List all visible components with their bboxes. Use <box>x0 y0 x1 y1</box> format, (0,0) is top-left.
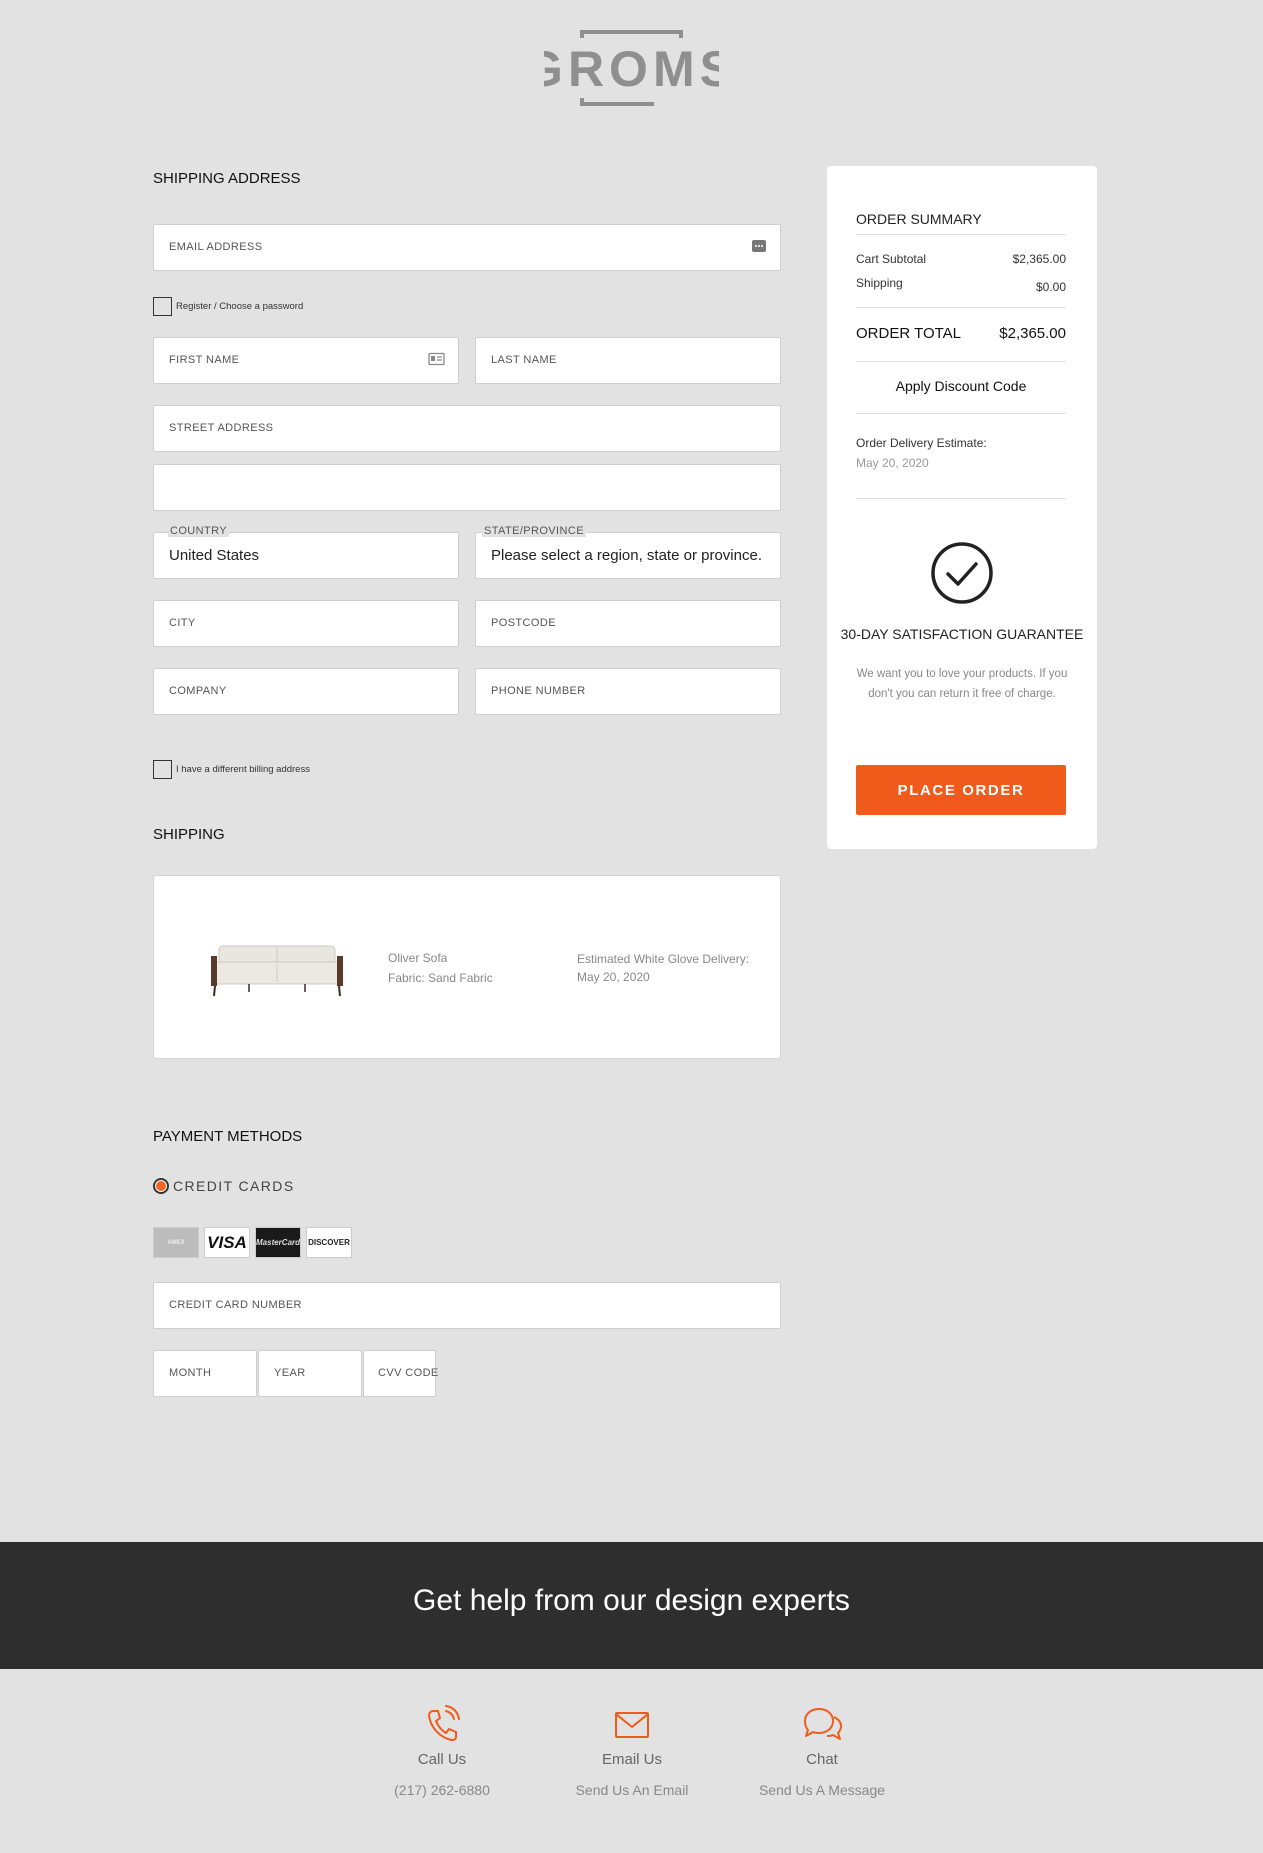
year-field[interactable]: YEAR <box>258 1350 362 1397</box>
visa-logo: VISA <box>204 1227 250 1258</box>
street-address-line2-field[interactable] <box>153 464 781 511</box>
register-option[interactable]: Register / Choose a password <box>153 297 303 316</box>
credit-cards-radio[interactable] <box>153 1178 169 1194</box>
last-name-placeholder: LAST NAME <box>491 354 557 366</box>
credit-card-number-placeholder: CREDIT CARD NUMBER <box>169 1299 302 1311</box>
order-summary-panel: ORDER SUMMARY Cart Subtotal $2,365.00 Sh… <box>827 166 1097 849</box>
company-placeholder: COMPANY <box>169 685 227 697</box>
guarantee-title: 30-DAY SATISFACTION GUARANTEE <box>840 626 1084 642</box>
phone-field[interactable]: PHONE NUMBER <box>475 668 781 715</box>
contact-chat-sub[interactable]: Send Us A Message <box>742 1782 902 1798</box>
month-field[interactable]: MONTH <box>153 1350 257 1397</box>
shipping-item-card: Oliver Sofa Fabric: Sand Fabric Estimate… <box>153 875 781 1059</box>
mastercard-logo: MasterCard <box>255 1227 301 1258</box>
product-fabric: Fabric: Sand Fabric <box>388 971 493 985</box>
country-value: United States <box>169 547 260 564</box>
country-select[interactable]: United States <box>153 532 459 579</box>
shipping-title: SHIPPING <box>153 826 225 843</box>
checkmark-circle-icon <box>931 542 993 604</box>
product-name: Oliver Sofa <box>388 951 448 965</box>
postcode-placeholder: POSTCODE <box>491 617 556 629</box>
divider <box>856 498 1066 499</box>
groms-logo[interactable]: GROMS <box>544 30 719 106</box>
credit-cards-label: CREDIT CARDS <box>173 1178 295 1194</box>
phone-placeholder: PHONE NUMBER <box>491 685 586 697</box>
state-value: Please select a region, state or provinc… <box>491 547 762 564</box>
contact-email-sub[interactable]: Send Us An Email <box>552 1782 712 1798</box>
subtotal-value: $2,365.00 <box>1012 252 1066 266</box>
credit-cards-option[interactable]: CREDIT CARDS <box>153 1178 295 1194</box>
divider <box>856 413 1066 414</box>
subtotal-label: Cart Subtotal <box>856 252 927 266</box>
divider <box>856 234 1066 235</box>
order-total-value: $2,365.00 <box>999 325 1066 342</box>
apply-discount-code-link[interactable]: Apply Discount Code <box>856 378 1066 394</box>
help-banner: Get help from our design experts <box>0 1542 1263 1669</box>
country-label: COUNTRY <box>168 525 229 537</box>
sofa-image <box>211 945 343 997</box>
month-placeholder: MONTH <box>169 1367 212 1379</box>
shipping-cost-label: Shipping <box>856 276 903 290</box>
billing-address-option[interactable]: I have a different billing address <box>153 760 310 779</box>
cvv-placeholder: CVV CODE <box>378 1367 439 1379</box>
guarantee-text: We want you to love your products. If yo… <box>856 668 1068 700</box>
delivery-date: May 20, 2020 <box>577 970 650 984</box>
contact-email[interactable]: Email Us Send Us An Email <box>552 1705 712 1798</box>
email-field[interactable]: EMAIL ADDRESS <box>153 224 781 271</box>
contact-card-icon <box>428 352 445 366</box>
payment-methods-title: PAYMENT METHODS <box>153 1128 303 1145</box>
help-heading: Get help from our design experts <box>413 1584 850 1617</box>
shipping-address-title: SHIPPING ADDRESS <box>153 170 301 187</box>
contact-chat-label: Chat <box>806 1751 838 1768</box>
place-order-button[interactable]: PLACE ORDER <box>856 765 1066 815</box>
delivery-label: Estimated White Glove Delivery: <box>577 952 750 966</box>
discover-logo: DISCOVER <box>306 1227 352 1258</box>
cvv-field[interactable]: CVV CODE <box>363 1350 439 1397</box>
delivery-info: Estimated White Glove Delivery: May 20, … <box>577 950 749 986</box>
register-label: Register / Choose a password <box>176 301 304 312</box>
contact-call-label: Call Us <box>417 1751 467 1768</box>
street-address-field[interactable]: STREET ADDRESS <box>153 405 781 452</box>
first-name-placeholder: FIRST NAME <box>169 354 240 366</box>
accepted-cards: AMEX VISA MasterCard DISCOVER <box>153 1227 352 1258</box>
divider <box>856 307 1066 308</box>
postcode-field[interactable]: POSTCODE <box>475 600 781 647</box>
shipping-cost-value: $0.00 <box>1035 280 1066 294</box>
contact-chat[interactable]: Chat Send Us A Message <box>742 1705 902 1798</box>
billing-address-checkbox[interactable] <box>153 760 172 779</box>
delivery-estimate-value: May 20, 2020 <box>856 456 929 470</box>
delivery-estimate-label: Order Delivery Estimate: <box>856 436 987 450</box>
password-dots-icon <box>752 240 766 252</box>
company-field[interactable]: COMPANY <box>153 668 459 715</box>
logo-text: GROMS <box>544 41 719 97</box>
chat-icon <box>804 1708 842 1740</box>
city-field[interactable]: CITY <box>153 600 459 647</box>
contact-call-phone[interactable]: (217) 262-6880 <box>362 1782 522 1798</box>
last-name-field[interactable]: LAST NAME <box>475 337 781 384</box>
first-name-field[interactable]: FIRST NAME <box>153 337 459 384</box>
street-address-placeholder: STREET ADDRESS <box>169 422 274 434</box>
state-label: STATE/PROVINCE <box>482 525 586 537</box>
credit-card-number-field[interactable]: CREDIT CARD NUMBER <box>153 1282 781 1329</box>
state-select[interactable]: Please select a region, state or provinc… <box>475 532 781 579</box>
billing-address-label: I have a different billing address <box>176 764 310 775</box>
phone-icon <box>428 1705 460 1741</box>
envelope-icon <box>615 1712 649 1738</box>
amex-logo: AMEX <box>153 1227 199 1258</box>
email-placeholder: EMAIL ADDRESS <box>169 241 263 253</box>
register-checkbox[interactable] <box>153 297 172 316</box>
contact-call[interactable]: Call Us (217) 262-6880 <box>362 1705 522 1798</box>
order-total-label: ORDER TOTAL <box>856 325 962 342</box>
year-placeholder: YEAR <box>274 1367 306 1379</box>
order-summary-title: ORDER SUMMARY <box>856 211 982 227</box>
city-placeholder: CITY <box>169 617 196 629</box>
contact-email-label: Email Us <box>601 1751 662 1768</box>
divider <box>856 361 1066 362</box>
product-info: Oliver Sofa Fabric: Sand Fabric <box>388 948 493 988</box>
